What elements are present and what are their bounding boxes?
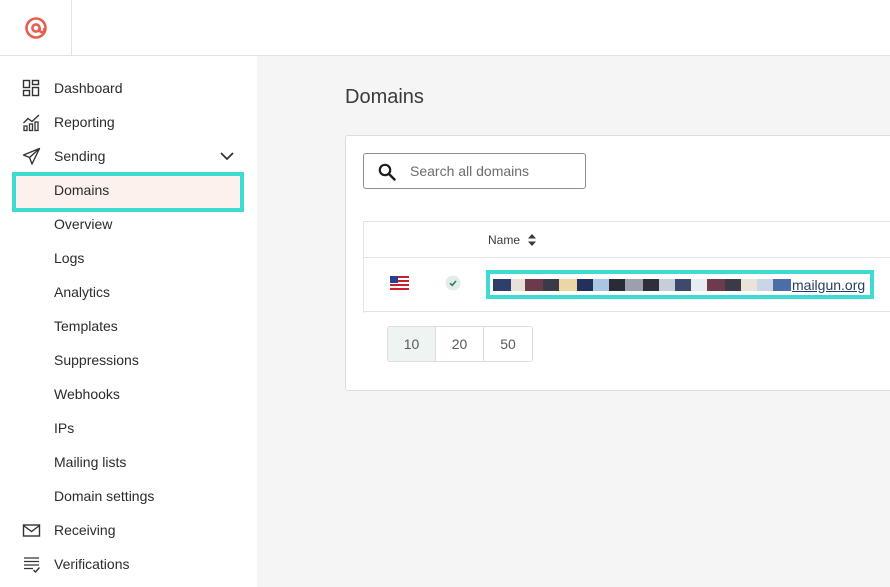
sidebar-item-domains[interactable]: Domains (0, 173, 257, 207)
domains-table: Name mailgun.org (363, 221, 890, 313)
redacted-domain-prefix (493, 278, 791, 291)
sidebar-item-analytics[interactable]: Analytics (0, 275, 257, 309)
sidebar-item-templates[interactable]: Templates (0, 309, 257, 343)
sidebar-item-label: Reporting (54, 114, 115, 130)
sidebar-item-verifications[interactable]: Verifications (0, 547, 257, 581)
reporting-chart-icon (23, 114, 40, 132)
search-box[interactable] (363, 153, 586, 189)
sidebar-item-receiving[interactable]: Receiving (0, 513, 257, 547)
us-flag-icon (390, 276, 409, 290)
sidebar-item-ips[interactable]: IPs (0, 411, 257, 445)
sidebar-item-mailing-lists[interactable]: Mailing lists (0, 445, 257, 479)
page-size-50-button[interactable]: 50 (484, 327, 532, 361)
logo[interactable] (0, 0, 72, 56)
sidebar-item-label: Webhooks (54, 386, 120, 402)
domain-name-link[interactable]: mailgun.org (486, 270, 874, 299)
envelope-icon (22, 524, 41, 537)
sidebar-item-label: Verifications (54, 556, 130, 572)
top-bar (0, 0, 890, 56)
page-size-10-button[interactable]: 10 (388, 327, 436, 361)
chevron-down-icon[interactable] (219, 149, 235, 163)
sidebar-item-label: Domain settings (54, 488, 155, 504)
main-content: Domains Name (257, 56, 890, 587)
sidebar-item-sending[interactable]: Sending (0, 139, 257, 173)
dashboard-icon (22, 79, 40, 97)
sidebar-item-label: Mailing lists (54, 454, 127, 470)
sidebar-item-label: Overview (54, 216, 113, 232)
search-icon (378, 163, 396, 181)
sidebar-item-logs[interactable]: Logs (0, 241, 257, 275)
sidebar-item-webhooks[interactable]: Webhooks (0, 377, 257, 411)
sidebar-item-label: Suppressions (54, 352, 139, 368)
sidebar-item-suppressions[interactable]: Suppressions (0, 343, 257, 377)
sidebar-item-domain-settings[interactable]: Domain settings (0, 479, 257, 513)
page-size-20-button[interactable]: 20 (436, 327, 484, 361)
sidebar-item-label: Receiving (54, 522, 116, 538)
page-size-selector: 10 20 50 (387, 326, 533, 362)
domains-card: Name (345, 135, 890, 391)
checklist-icon (24, 557, 41, 574)
column-header-name[interactable]: Name (488, 233, 537, 247)
sidebar: Dashboard Reporting Sending Domains Over… (0, 56, 257, 587)
sidebar-item-label: Logs (54, 250, 85, 266)
search-input[interactable] (410, 161, 580, 181)
sidebar-item-overview[interactable]: Overview (0, 207, 257, 241)
sidebar-item-reporting[interactable]: Reporting (0, 105, 257, 139)
sidebar-item-label: IPs (54, 420, 75, 436)
sidebar-item-label: Analytics (54, 284, 111, 300)
table-row: mailgun.org (364, 258, 890, 312)
column-header-label: Name (488, 233, 521, 247)
sidebar-item-label: Domains (54, 182, 110, 198)
sort-icon[interactable] (528, 234, 537, 246)
sidebar-item-label: Templates (54, 318, 118, 334)
at-sign-logo-icon (24, 17, 47, 39)
send-paper-plane-icon (22, 147, 41, 165)
verified-check-icon (445, 275, 461, 291)
sidebar-item-label: Dashboard (54, 80, 123, 96)
page-title: Domains (345, 86, 424, 108)
table-header: Name (364, 222, 890, 258)
sidebar-item-dashboard[interactable]: Dashboard (0, 71, 257, 105)
domain-suffix-text: mailgun.org (792, 276, 866, 293)
sidebar-item-label: Sending (54, 148, 106, 164)
